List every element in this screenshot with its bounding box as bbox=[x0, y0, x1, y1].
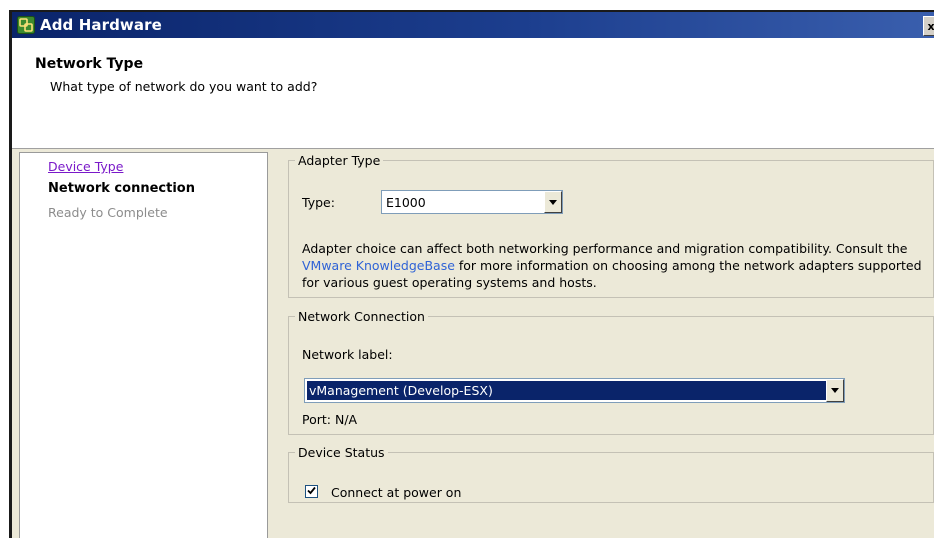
device-status-legend: Device Status bbox=[298, 445, 385, 460]
page-title: Network Type bbox=[35, 56, 144, 72]
check-icon bbox=[307, 484, 316, 499]
page-subtitle: What type of network do you want to add? bbox=[50, 79, 318, 94]
connect-at-power-on-checkbox[interactable] bbox=[305, 485, 318, 498]
add-hardware-dialog: Add Hardware x Network Type What type of… bbox=[9, 10, 934, 538]
adapter-type-label: Type: bbox=[302, 195, 335, 210]
adapter-description: Adapter choice can affect both networkin… bbox=[302, 240, 922, 291]
wizard-header: Network Type What type of network do you… bbox=[12, 38, 934, 149]
title-bar[interactable]: Add Hardware x bbox=[12, 12, 934, 38]
window-title: Add Hardware bbox=[40, 16, 162, 34]
device-status-group: Device Status Connect at power on bbox=[288, 445, 934, 503]
network-label-select[interactable]: vManagement (Develop-ESX) bbox=[304, 378, 845, 403]
step-ready-to-complete: Ready to Complete bbox=[48, 205, 168, 220]
network-label-caption: Network label: bbox=[302, 347, 393, 362]
vsphere-client-icon bbox=[17, 16, 35, 34]
chevron-down-icon[interactable] bbox=[826, 379, 844, 402]
adapter-type-group: Adapter Type Type: E1000 Adapter choice … bbox=[288, 153, 934, 298]
chevron-down-icon[interactable] bbox=[544, 191, 562, 213]
close-button[interactable]: x bbox=[923, 16, 934, 36]
wizard-steps-panel: Device Type Network connection Ready to … bbox=[19, 152, 268, 538]
adapter-desc-text-1: Adapter choice can affect both networkin… bbox=[302, 241, 908, 256]
adapter-type-value: E1000 bbox=[386, 194, 426, 210]
network-connection-legend: Network Connection bbox=[298, 309, 425, 324]
adapter-type-select[interactable]: E1000 bbox=[381, 190, 563, 214]
network-connection-group: Network Connection Network label: vManag… bbox=[288, 309, 934, 435]
connect-at-power-on-label[interactable]: Connect at power on bbox=[331, 485, 461, 500]
vmware-knowledgebase-link[interactable]: VMware KnowledgeBase bbox=[302, 258, 455, 273]
network-label-value: vManagement (Develop-ESX) bbox=[307, 381, 826, 400]
step-device-type[interactable]: Device Type bbox=[48, 159, 123, 174]
adapter-type-legend: Adapter Type bbox=[298, 153, 381, 168]
port-readout: Port: N/A bbox=[302, 412, 358, 427]
step-network-connection: Network connection bbox=[48, 181, 195, 196]
